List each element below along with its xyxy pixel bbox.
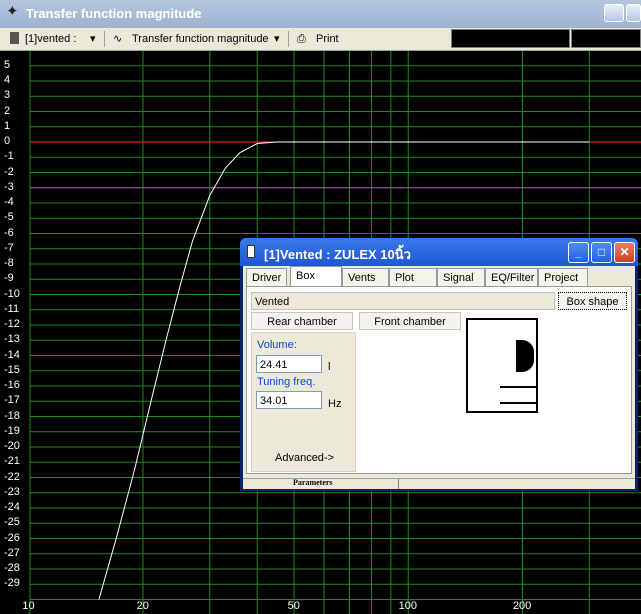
y-tick-label: 5 [4, 58, 11, 71]
tuning-unit: Hz [328, 398, 342, 410]
volume-label: Volume: [257, 339, 297, 351]
transfer-function-icon: ∿ [113, 33, 123, 45]
front-chamber-button[interactable]: Front chamber [359, 312, 461, 330]
y-tick-label: 1 [4, 119, 11, 132]
y-tick-label: -23 [4, 485, 20, 498]
maximize-button[interactable]: □ [591, 242, 612, 263]
tab-vents[interactable]: Vents [342, 268, 389, 286]
box-shape-button[interactable]: Box shape [558, 292, 627, 310]
toolbar: [1]vented : ▾ ∿ Transfer function magnit… [0, 28, 641, 51]
plot-select[interactable]: Transfer function magnitude [132, 30, 269, 48]
status-panel: Parameters [293, 478, 333, 487]
y-tick-label: -18 [4, 409, 20, 422]
tab-box[interactable]: Box [290, 266, 342, 287]
dialog-body: Driver Box Vents Plot Signal EQ/Filter P… [243, 266, 635, 489]
y-tick-label: 3 [4, 89, 11, 102]
y-tick-label: -24 [4, 501, 20, 513]
y-tick-label: -17 [4, 394, 20, 407]
y-tick-label: -29 [4, 577, 20, 590]
advanced-button[interactable]: Advanced-> [275, 452, 334, 464]
crosshair-icon: ✦ [6, 3, 19, 20]
tab-driver[interactable]: Driver [246, 268, 288, 286]
dialog-title-bar[interactable]: [1]Vented : ZULEX 10นิ้ว _ □ ✕ [240, 238, 638, 266]
y-tick-label: -9 [4, 272, 14, 285]
speaker-icon [516, 340, 534, 372]
y-tick-label: -15 [4, 363, 20, 376]
y-tick-label: -12 [4, 318, 20, 330]
y-tick-label: -16 [4, 379, 20, 391]
y-tick-label: -13 [4, 333, 20, 346]
y-tick-label: -21 [4, 455, 20, 468]
enclosure-dialog: [1]Vented : ZULEX 10นิ้ว _ □ ✕ Driver Bo… [240, 238, 638, 491]
rear-chamber-button[interactable]: Rear chamber [251, 312, 353, 330]
chevron-down-icon[interactable]: ▾ [274, 30, 280, 48]
y-tick-label: -25 [4, 516, 20, 529]
tab-project[interactable]: Project [538, 268, 588, 286]
y-tick-label: -19 [4, 424, 20, 437]
status-panel-divider [398, 479, 399, 489]
y-tick-label: -28 [4, 562, 20, 574]
project-select[interactable]: [1]vented : [25, 30, 76, 48]
y-tick-label: -11 [4, 302, 20, 315]
x-tick-label: 100 [398, 600, 417, 612]
tab-plot[interactable]: Plot [389, 268, 437, 286]
x-tick-label: 200 [512, 600, 532, 612]
vent-line [500, 386, 538, 388]
y-tick-label: -4 [4, 196, 14, 208]
divider [104, 31, 105, 47]
y-tick-label: -26 [4, 531, 20, 544]
vent-line [500, 402, 538, 404]
print-button[interactable]: Print [316, 30, 339, 48]
status-field [451, 29, 570, 48]
y-tick-label: 4 [4, 74, 11, 86]
status-bar: Parameters [243, 478, 635, 489]
tuning-label: Tuning freq. [257, 376, 316, 388]
x-tick-label: 10 [22, 600, 35, 612]
close-button[interactable] [626, 4, 641, 22]
project-icon [10, 32, 19, 44]
minimize-button[interactable] [604, 4, 624, 22]
dialog-title: [1]Vented : ZULEX 10นิ้ว [264, 247, 411, 262]
divider [288, 31, 289, 47]
close-button[interactable]: ✕ [614, 242, 635, 263]
y-tick-label: -1 [4, 150, 14, 163]
title-bar: ✦ Transfer function magnitude [0, 0, 641, 28]
box-diagram [466, 318, 538, 413]
y-tick-label: -10 [4, 287, 20, 300]
y-tick-label: 0 [4, 135, 11, 147]
y-tick-label: -8 [4, 257, 14, 269]
window-title: Transfer function magnitude [26, 6, 202, 21]
x-tick-label: 20 [136, 600, 149, 612]
tab-signal[interactable]: Signal [437, 268, 485, 286]
minimize-button[interactable]: _ [568, 242, 589, 263]
chevron-down-icon[interactable]: ▾ [90, 30, 96, 48]
y-tick-label: -3 [4, 180, 14, 193]
y-tick-label: 2 [4, 104, 11, 117]
tuning-input[interactable]: 34.01 [256, 391, 322, 409]
y-tick-label: -5 [4, 211, 14, 224]
volume-unit: l [328, 361, 331, 373]
y-tick-label: -6 [4, 226, 14, 239]
y-tick-label: -2 [4, 165, 14, 178]
speaker-icon [247, 245, 255, 258]
volume-input[interactable]: 24.41 [256, 355, 322, 373]
x-tick-label: 50 [287, 600, 300, 612]
printer-icon: ⎙ [297, 33, 306, 45]
y-tick-label: -7 [4, 241, 14, 254]
box-type-field: Vented [251, 292, 555, 310]
y-tick-label: -14 [4, 348, 20, 361]
status-field [571, 29, 641, 48]
y-tick-label: -20 [4, 440, 20, 452]
tab-eq-filter[interactable]: EQ/Filter [485, 268, 538, 286]
y-tick-label: -27 [4, 546, 20, 559]
y-tick-label: -22 [4, 470, 20, 483]
